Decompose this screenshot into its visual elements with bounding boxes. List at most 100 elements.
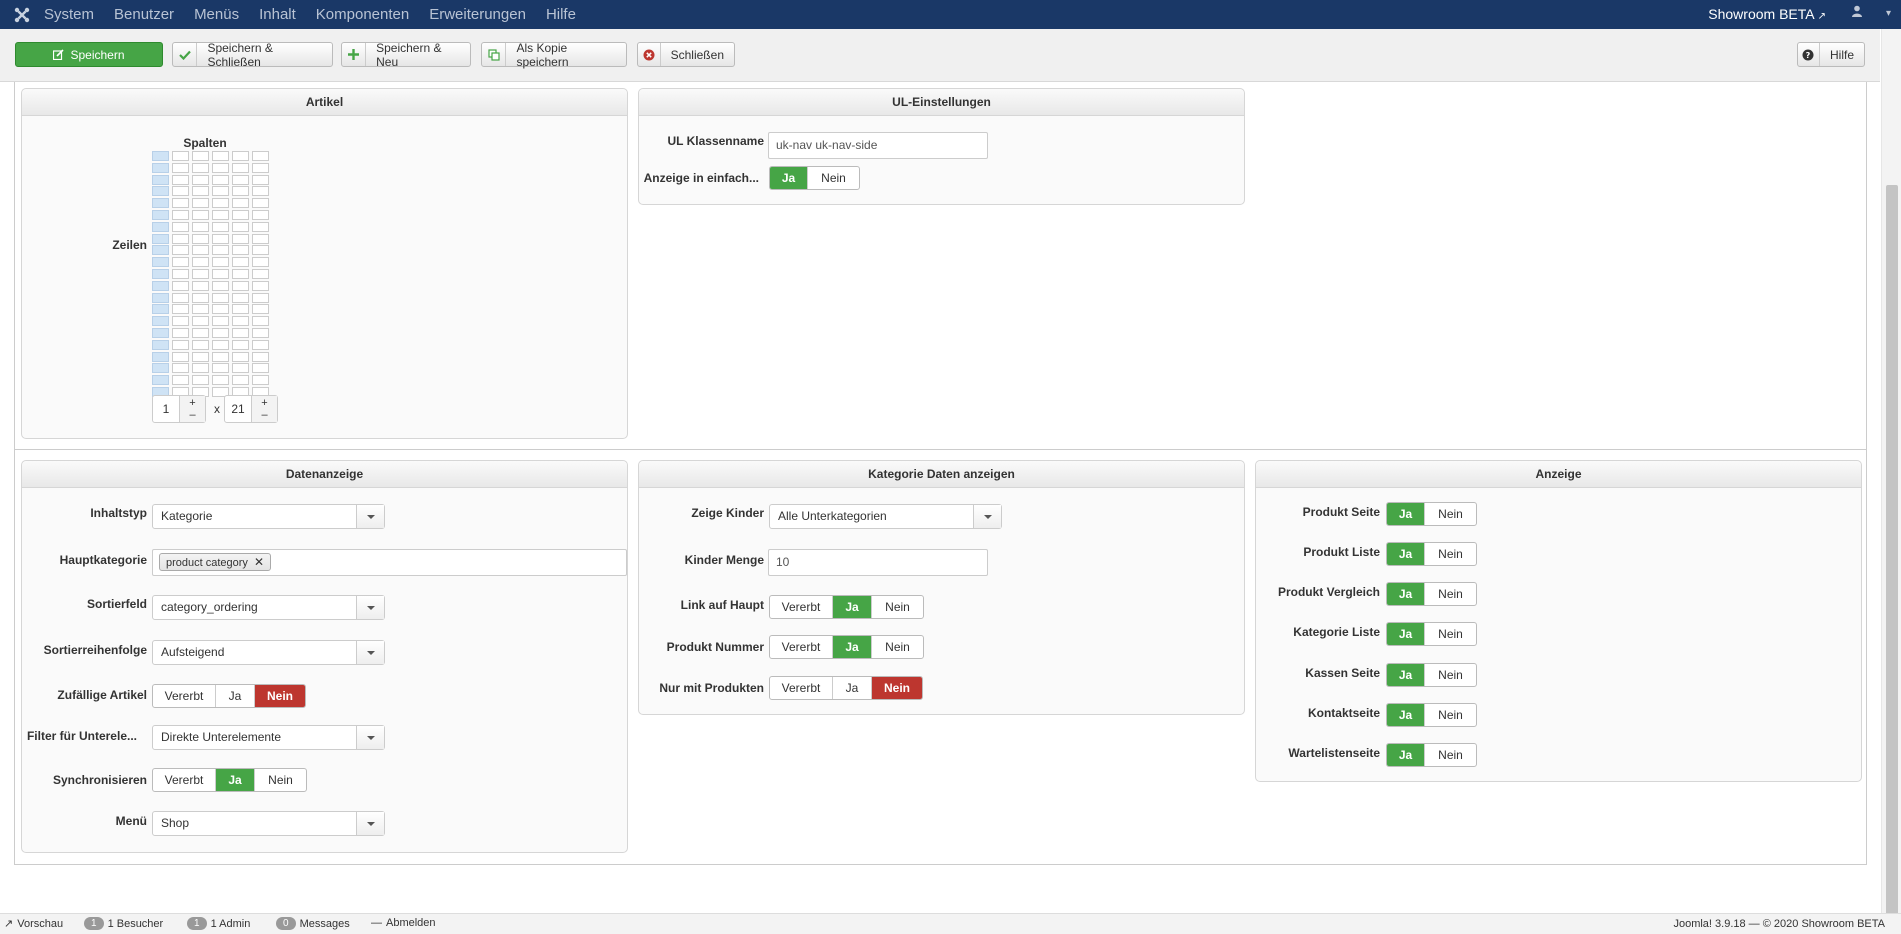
admin-status[interactable]: 11 Admin xyxy=(187,917,250,930)
grid-cell[interactable] xyxy=(232,221,249,232)
grid-cell[interactable] xyxy=(192,269,209,279)
simple-display-no[interactable]: Nein xyxy=(808,167,859,189)
save-copy-button[interactable]: Als Kopie speichern xyxy=(481,41,627,69)
grid-cell[interactable] xyxy=(152,233,169,244)
grid-cell[interactable] xyxy=(192,328,209,338)
toggle-no[interactable]: Nein xyxy=(1425,623,1476,645)
grid-cell[interactable] xyxy=(212,221,229,232)
toggle-yes[interactable]: Ja xyxy=(1387,704,1425,726)
grid-cell[interactable] xyxy=(252,245,269,256)
grid-cell[interactable] xyxy=(192,174,209,185)
grid-cell[interactable] xyxy=(232,174,249,185)
anzeige-row-toggle[interactable]: Ja Nein xyxy=(1386,582,1477,606)
grid-cell[interactable] xyxy=(232,233,249,244)
grid-cell[interactable] xyxy=(232,351,249,362)
chevron-down-icon[interactable] xyxy=(356,641,384,664)
grid-cell[interactable] xyxy=(252,198,269,209)
visitors-status[interactable]: 11 Besucher xyxy=(84,917,163,930)
grid-cell[interactable] xyxy=(252,221,269,232)
number-yes[interactable]: Ja xyxy=(833,636,872,658)
menu-help[interactable]: Hilfe xyxy=(546,6,576,23)
columns-plus-minus[interactable]: + – xyxy=(179,396,205,422)
anzeige-row-toggle[interactable]: Ja Nein xyxy=(1386,542,1477,566)
grid-cell[interactable] xyxy=(232,186,249,197)
sync-yes[interactable]: Ja xyxy=(216,769,255,791)
sort-order-select[interactable]: Aufsteigend xyxy=(152,640,385,665)
main-category-tag[interactable]: product category ✕ xyxy=(159,553,271,571)
grid-cell[interactable] xyxy=(232,210,249,220)
grid-cell[interactable] xyxy=(212,257,229,268)
grid-cell[interactable] xyxy=(192,316,209,327)
anzeige-row-toggle[interactable]: Ja Nein xyxy=(1386,743,1477,767)
anzeige-row-toggle[interactable]: Ja Nein xyxy=(1386,502,1477,526)
only-no[interactable]: Nein xyxy=(872,677,922,699)
grid-cell[interactable] xyxy=(232,257,249,268)
grid-cell[interactable] xyxy=(152,269,169,279)
grid-cell[interactable] xyxy=(152,221,169,232)
grid-cell[interactable] xyxy=(172,328,189,338)
simple-display-yes[interactable]: Ja xyxy=(770,167,808,189)
ul-class-input[interactable]: uk-nav uk-nav-side xyxy=(768,132,988,159)
messages-status[interactable]: 0 Messages xyxy=(276,917,350,930)
random-no[interactable]: Nein xyxy=(255,685,305,707)
grid-cell[interactable] xyxy=(172,280,189,291)
grid-cell[interactable] xyxy=(212,269,229,279)
grid-cell[interactable] xyxy=(212,339,229,350)
grid-cell[interactable] xyxy=(152,292,169,303)
grid-cell[interactable] xyxy=(212,174,229,185)
sync-inherit[interactable]: Vererbt xyxy=(153,769,216,791)
grid-cell[interactable] xyxy=(212,375,229,386)
grid-cell[interactable] xyxy=(192,186,209,197)
sync-no[interactable]: Nein xyxy=(255,769,306,791)
anzeige-row-toggle[interactable]: Ja Nein xyxy=(1386,703,1477,727)
grid-cell[interactable] xyxy=(152,162,169,173)
grid-cell[interactable] xyxy=(252,339,269,350)
grid-cell[interactable] xyxy=(212,198,229,209)
toggle-yes[interactable]: Ja xyxy=(1387,744,1425,766)
grid-cell[interactable] xyxy=(172,304,189,315)
number-no[interactable]: Nein xyxy=(872,636,923,658)
menu-components[interactable]: Komponenten xyxy=(316,6,409,23)
grid-cell[interactable] xyxy=(252,269,269,279)
toggle-no[interactable]: Nein xyxy=(1425,503,1476,525)
chevron-down-icon[interactable] xyxy=(356,726,384,749)
grid-cell[interactable] xyxy=(252,292,269,303)
grid-cell[interactable] xyxy=(252,257,269,268)
grid-cell[interactable] xyxy=(252,351,269,362)
anzeige-row-toggle[interactable]: Ja Nein xyxy=(1386,622,1477,646)
grid-cell[interactable] xyxy=(192,151,209,161)
save-button[interactable]: Speichern xyxy=(15,42,163,67)
grid-cell[interactable] xyxy=(252,162,269,173)
grid-cell[interactable] xyxy=(232,328,249,338)
minus-icon[interactable]: – xyxy=(189,409,195,421)
menu-extensions[interactable]: Erweiterungen xyxy=(429,6,526,23)
grid-cell[interactable] xyxy=(172,174,189,185)
grid-cell[interactable] xyxy=(152,210,169,220)
grid-cell[interactable] xyxy=(212,328,229,338)
columns-stepper[interactable]: 1 + – xyxy=(152,395,206,423)
grid-cell[interactable] xyxy=(232,316,249,327)
grid-cell[interactable] xyxy=(172,316,189,327)
close-button[interactable]: Schließen xyxy=(637,42,735,67)
grid-cell[interactable] xyxy=(252,186,269,197)
grid-cell[interactable] xyxy=(192,257,209,268)
grid-cell[interactable] xyxy=(172,351,189,362)
children-amount-input[interactable]: 10 xyxy=(768,549,988,576)
grid-cell[interactable] xyxy=(192,210,209,220)
grid-cell[interactable] xyxy=(172,339,189,350)
grid-cell[interactable] xyxy=(172,257,189,268)
grid-cell[interactable] xyxy=(212,233,229,244)
grid-cell[interactable] xyxy=(152,257,169,268)
help-button[interactable]: ? Hilfe xyxy=(1797,42,1865,67)
grid-cell[interactable] xyxy=(192,280,209,291)
toggle-yes[interactable]: Ja xyxy=(1387,664,1425,686)
only-products-toggle[interactable]: Vererbt Ja Nein xyxy=(769,676,923,700)
grid-cell[interactable] xyxy=(252,233,269,244)
grid-cell[interactable] xyxy=(172,162,189,173)
grid-cell[interactable] xyxy=(172,198,189,209)
show-children-select[interactable]: Alle Unterkategorien xyxy=(769,504,1002,529)
grid-cell[interactable] xyxy=(252,210,269,220)
joomla-logo-icon[interactable] xyxy=(0,0,44,29)
chevron-down-icon[interactable] xyxy=(356,596,384,619)
number-inherit[interactable]: Vererbt xyxy=(770,636,833,658)
